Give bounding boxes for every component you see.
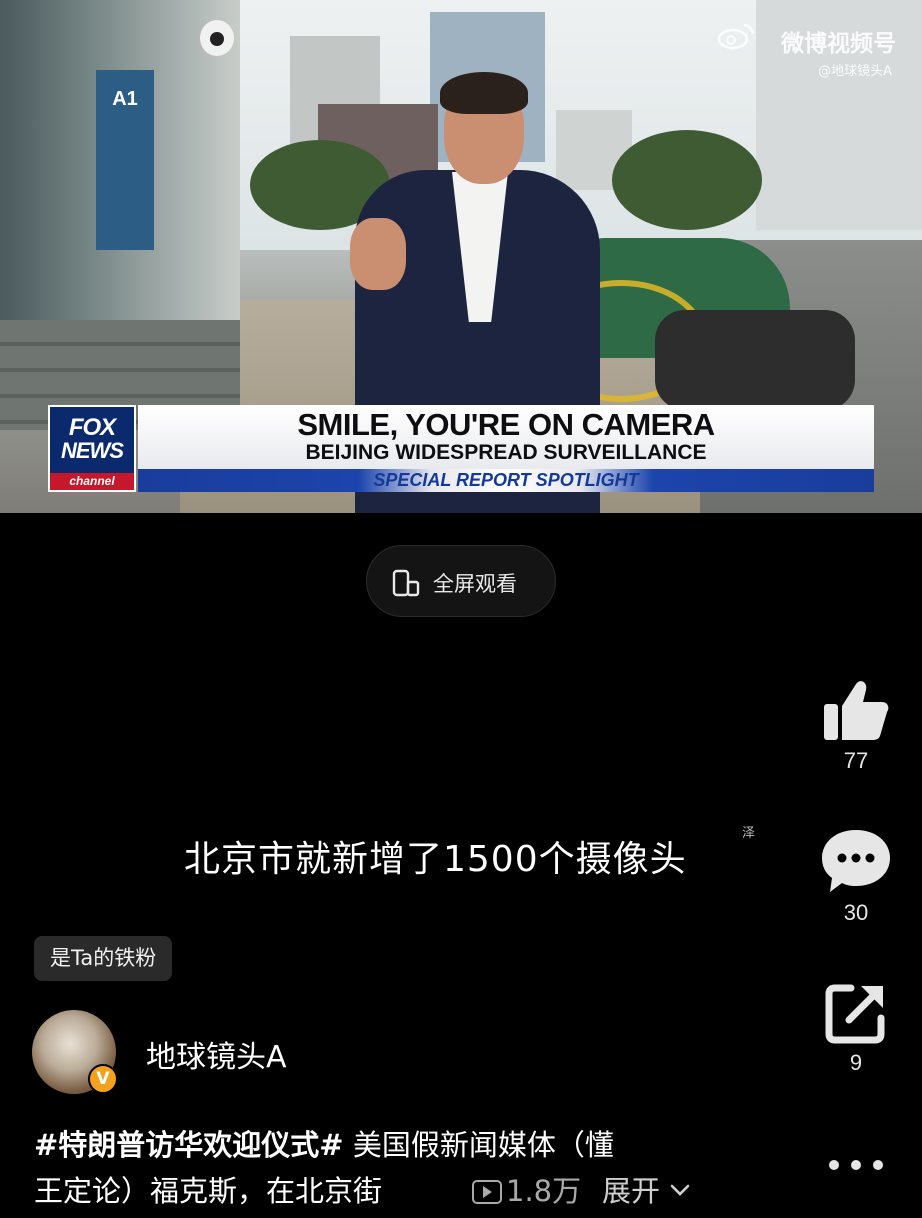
play-count-icon — [472, 1180, 502, 1204]
video-description: #特朗普访华欢迎仪式# 美国假新闻媒体（懂 — [34, 1122, 734, 1168]
comment-bubble-icon — [822, 830, 890, 892]
like-count: 77 — [843, 748, 869, 773]
expand-button[interactable]: 展开 — [602, 1168, 691, 1214]
surveillance-camera-icon — [200, 20, 234, 56]
comment-count: 30 — [843, 900, 869, 925]
watermark-title: 微博视频号 — [781, 31, 896, 57]
trees — [612, 130, 762, 230]
news-headline: SMILE, YOU'RE ON CAMERA — [297, 407, 715, 442]
video-subtitle: 北京市就新增了1500个摄像头 — [184, 839, 687, 880]
subtitle-mark: 泽 — [742, 826, 756, 841]
news-subheadline: BEIJING WIDESPREAD SURVEILLANCE — [305, 441, 707, 464]
fullscreen-label: 全屏观看 — [433, 572, 517, 596]
description-line1: 美国假新闻媒体（懂 — [343, 1128, 614, 1162]
watermark-handle: @地球镜头A — [818, 64, 892, 79]
chevron-down-icon — [670, 1184, 690, 1196]
fullscreen-phone-icon — [392, 569, 420, 597]
expand-label: 展开 — [602, 1174, 661, 1208]
segment-bar: SPECIAL REPORT SPOTLIGHT — [138, 469, 874, 492]
scooter — [655, 310, 855, 410]
reporter-hand — [350, 218, 406, 290]
fan-badge: 是Ta的铁粉 — [34, 936, 173, 981]
segment-title: SPECIAL REPORT SPOTLIGHT — [373, 470, 639, 490]
video-player[interactable]: A1 微博视频号 @地球镜头A FOX NEWS channel SMILE, … — [0, 0, 922, 513]
share-button[interactable]: 9 — [812, 980, 900, 1076]
thumbs-up-icon — [824, 681, 889, 740]
reporter-hair — [440, 72, 528, 114]
headline-panel: SMILE, YOU'RE ON CAMERA BEIJING WIDESPRE… — [138, 405, 874, 469]
more-dots-icon[interactable] — [822, 1150, 890, 1180]
description-line2: 王定论）福克斯，在北京街 — [34, 1174, 383, 1208]
station-sign: A1 — [96, 70, 154, 250]
fox-news-logo: FOX NEWS channel — [48, 405, 136, 492]
comment-button[interactable]: 30 — [812, 826, 900, 926]
fullscreen-button[interactable]: 全屏观看 — [366, 545, 556, 617]
share-icon — [825, 984, 885, 1044]
author-name[interactable]: 地球镜头A — [146, 1032, 287, 1076]
share-count: 9 — [849, 1050, 863, 1075]
view-count-value: 1.8万 — [506, 1174, 582, 1208]
view-count: 1.8万 — [472, 1168, 581, 1214]
news-lower-third: FOX NEWS channel SMILE, YOU'RE ON CAMERA… — [48, 405, 874, 492]
topic-hashtag[interactable]: #特朗普访华欢迎仪式# — [34, 1128, 344, 1162]
verified-v-icon: V — [88, 1064, 118, 1094]
like-button[interactable]: 77 — [812, 676, 900, 774]
weibo-logo-icon — [717, 23, 755, 50]
